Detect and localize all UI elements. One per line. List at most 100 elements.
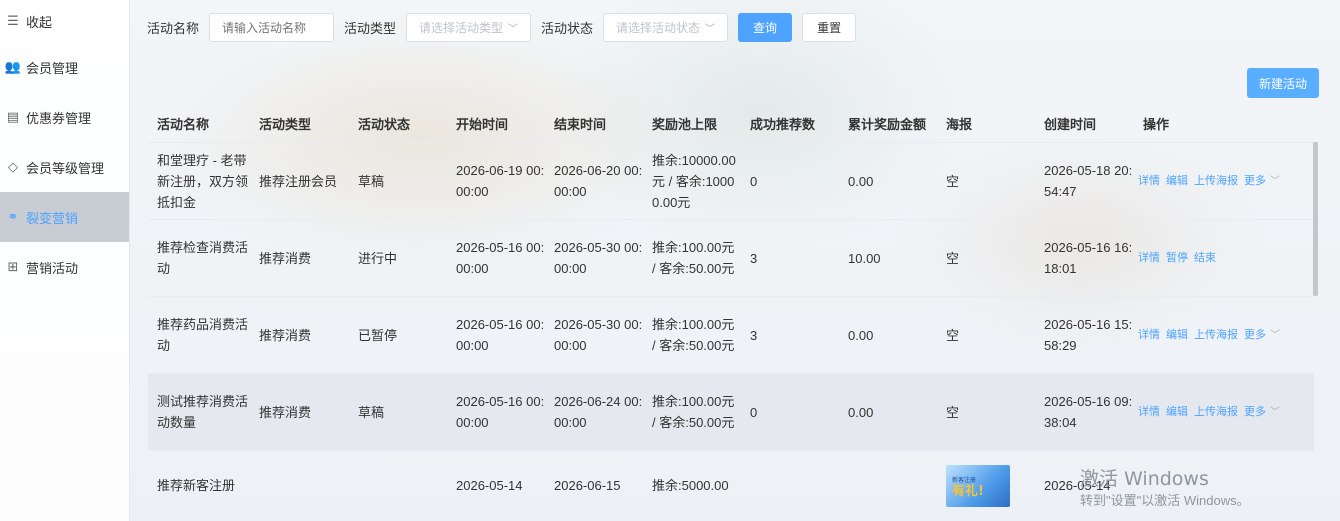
action-link[interactable]: 详情 — [1138, 325, 1160, 346]
share-icon: ⚭ — [7, 209, 19, 224]
chevron-down-icon: ﹀ — [1270, 406, 1280, 418]
table-header: 活动名称 活动类型 活动状态 开始时间 结束时间 奖励池上限 成功推荐数 累计奖励金额 海报 创建… — [148, 106, 1314, 142]
activity-status-select[interactable]: 请选择活动状态 ﹀ — [603, 13, 729, 42]
reward-amount-cell: 0.00 — [848, 404, 874, 420]
reward-amount-cell: 10.00 — [848, 250, 881, 266]
created-time-cell: 2026-05-16 09:38:04 — [1044, 394, 1133, 430]
activity-name-label: 活动名称 — [147, 21, 200, 36]
activity-name-cell: 测试推荐消费活动数量 — [157, 394, 249, 430]
poster-cell: 空 — [946, 173, 960, 189]
column-header: 操作 — [1143, 116, 1170, 132]
poster-cell: 空 — [946, 327, 960, 343]
more-label: 更多 — [1244, 174, 1266, 187]
members-icon: 👥 — [4, 59, 22, 74]
column-header: 奖励池上限 — [652, 116, 718, 132]
activity-table: 活动名称 活动类型 活动状态 开始时间 结束时间 奖励池上限 成功推荐数 累计奖励金额 海报 创建… — [148, 106, 1314, 520]
action-link[interactable]: 编辑 — [1166, 402, 1188, 423]
activity-type-cell: 推荐消费 — [259, 327, 312, 343]
poster-cell: 空 — [946, 404, 960, 420]
collapse-icon: ☰ — [7, 13, 19, 28]
column-header: 开始时间 — [456, 116, 509, 132]
activity-status-cell: 草稿 — [358, 404, 385, 420]
activity-status-cell: 草稿 — [358, 173, 385, 189]
activity-type-cell: 推荐消费 — [259, 250, 312, 266]
start-time-cell: 2026-06-19 00:00:00 — [456, 163, 545, 199]
chevron-down-icon: ﹀ — [508, 24, 519, 35]
reward-pool-cell: 推余:100.00元 / 客余:50.00元 — [652, 240, 735, 276]
table-row: 推荐检查消费活动 推荐消费 进行中 2026-05-16 00:00:00 2026-0… — [148, 219, 1314, 296]
sidebar-item-5[interactable]: ⊞ 营销活动 — [0, 242, 129, 292]
actions-cell: 详情 编辑 上传海报 更多 ﹀ — [1134, 171, 1314, 192]
activity-type-select[interactable]: 请选择活动类型 ﹀ — [406, 13, 532, 42]
more-label: 更多 — [1244, 328, 1266, 341]
column-header: 活动状态 — [358, 116, 411, 132]
column-header: 海报 — [946, 116, 973, 132]
new-activity-button[interactable]: 新建活动 — [1247, 68, 1319, 98]
sidebar-item-label: 收起 — [26, 14, 53, 30]
watermark-title: 激活 Windows — [1080, 468, 1209, 490]
action-link[interactable]: 编辑 — [1166, 171, 1188, 192]
activity-status-cell: 已暂停 — [358, 327, 398, 343]
reward-pool-cell: 推余:100.00元 / 客余:50.00元 — [652, 317, 735, 353]
table-body: 和堂理疗 - 老带新注册，双方领抵扣金 推荐注册会员 草稿 2026-06-19 00… — [148, 142, 1314, 520]
end-time-cell: 2026-06-24 00:00:00 — [554, 394, 643, 430]
sidebar-item-3[interactable]: ◇ 会员等级管理 — [0, 142, 129, 192]
sidebar-item-label: 会员管理 — [26, 60, 79, 76]
watermark-subtitle: 转到"设置"以激活 Windows。 — [1080, 493, 1250, 508]
end-time-cell: 2026-05-30 00:00:00 — [554, 240, 643, 276]
action-link[interactable]: 详情 — [1138, 248, 1160, 269]
main-content: 活动名称 活动类型 请选择活动类型 ﹀ 活动状态 请选择活动状态 ﹀ 查询 重置… — [130, 0, 1340, 521]
query-button[interactable]: 查询 — [738, 13, 793, 42]
action-link[interactable]: 详情 — [1138, 402, 1160, 423]
created-time-cell: 2026-05-16 15:58:29 — [1044, 317, 1133, 353]
activity-type-cell: 推荐注册会员 — [259, 173, 338, 189]
actions-cell: 详情 编辑 上传海报 更多 ﹀ — [1134, 325, 1314, 346]
activity-name-cell: 和堂理疗 - 老带新注册，双方领抵扣金 — [157, 152, 249, 210]
reward-amount-cell: 0.00 — [848, 173, 874, 189]
sidebar-item-4[interactable]: ⚭ 裂变营销 — [0, 192, 129, 242]
more-dropdown[interactable]: 更多 ﹀ — [1244, 402, 1280, 423]
action-link[interactable]: 上传海报 — [1194, 325, 1238, 346]
action-link[interactable]: 详情 — [1138, 171, 1160, 192]
action-link[interactable]: 暂停 — [1166, 248, 1188, 269]
action-link[interactable]: 上传海报 — [1194, 171, 1238, 192]
success-count-cell: 3 — [750, 327, 758, 343]
sidebar-item-label: 会员等级管理 — [26, 160, 105, 176]
activity-status-label: 活动状态 — [541, 21, 594, 36]
column-header: 累计奖励金额 — [848, 116, 927, 132]
windows-activation-watermark: 激活 Windows 转到"设置"以激活 Windows。 — [1080, 466, 1250, 510]
column-header: 结束时间 — [554, 116, 607, 132]
reset-button[interactable]: 重置 — [802, 13, 857, 42]
activity-status-cell: 进行中 — [358, 250, 398, 266]
more-dropdown[interactable]: 更多 ﹀ — [1244, 171, 1280, 192]
reward-pool-cell: 推余:5000.00 — [652, 478, 729, 493]
action-link[interactable]: 上传海报 — [1194, 402, 1238, 423]
end-time-cell: 2026-05-30 00:00:00 — [554, 317, 643, 353]
end-time-cell: 2026-06-20 00:00:00 — [554, 163, 643, 199]
actions-cell: 详情 编辑 上传海报 更多 ﹀ — [1134, 402, 1314, 423]
reward-pool-cell: 推余:100.00元 / 客余:50.00元 — [652, 394, 735, 430]
activity-name-cell: 推荐药品消费活动 — [157, 317, 249, 353]
activity-name-input[interactable] — [209, 13, 335, 42]
sidebar-item-label: 营销活动 — [26, 260, 79, 276]
activity-type-cell: 推荐消费 — [259, 404, 312, 420]
activity-status-placeholder: 请选择活动状态 — [616, 21, 701, 35]
poster-image[interactable]: 新客注册 有礼! — [946, 464, 1010, 507]
reward-pool-cell: 推余:10000.00元 / 客余:10000.00元 — [652, 152, 736, 210]
sidebar-item-1[interactable]: 👥 会员管理 — [0, 42, 129, 92]
table-scrollbar[interactable] — [1313, 142, 1318, 296]
coupon-icon: ▤ — [6, 109, 20, 124]
activity-name-cell: 推荐新客注册 — [157, 478, 236, 493]
action-link[interactable]: 编辑 — [1166, 325, 1188, 346]
sidebar-item-label: 优惠券管理 — [26, 110, 92, 126]
column-header: 成功推荐数 — [750, 116, 816, 132]
more-label: 更多 — [1244, 405, 1266, 418]
chevron-down-icon: ﹀ — [1270, 329, 1280, 341]
sidebar-item-0[interactable]: ☰ 收起 — [0, 0, 129, 42]
more-dropdown[interactable]: 更多 ﹀ — [1244, 325, 1280, 346]
success-count-cell: 0 — [750, 173, 758, 189]
table-row: 测试推荐消费活动数量 推荐消费 草稿 2026-05-16 00:00:00 2026-… — [148, 373, 1314, 450]
sidebar-item-2[interactable]: ▤ 优惠券管理 — [0, 92, 129, 142]
action-link[interactable]: 结束 — [1194, 248, 1216, 269]
success-count-cell: 3 — [750, 250, 758, 266]
